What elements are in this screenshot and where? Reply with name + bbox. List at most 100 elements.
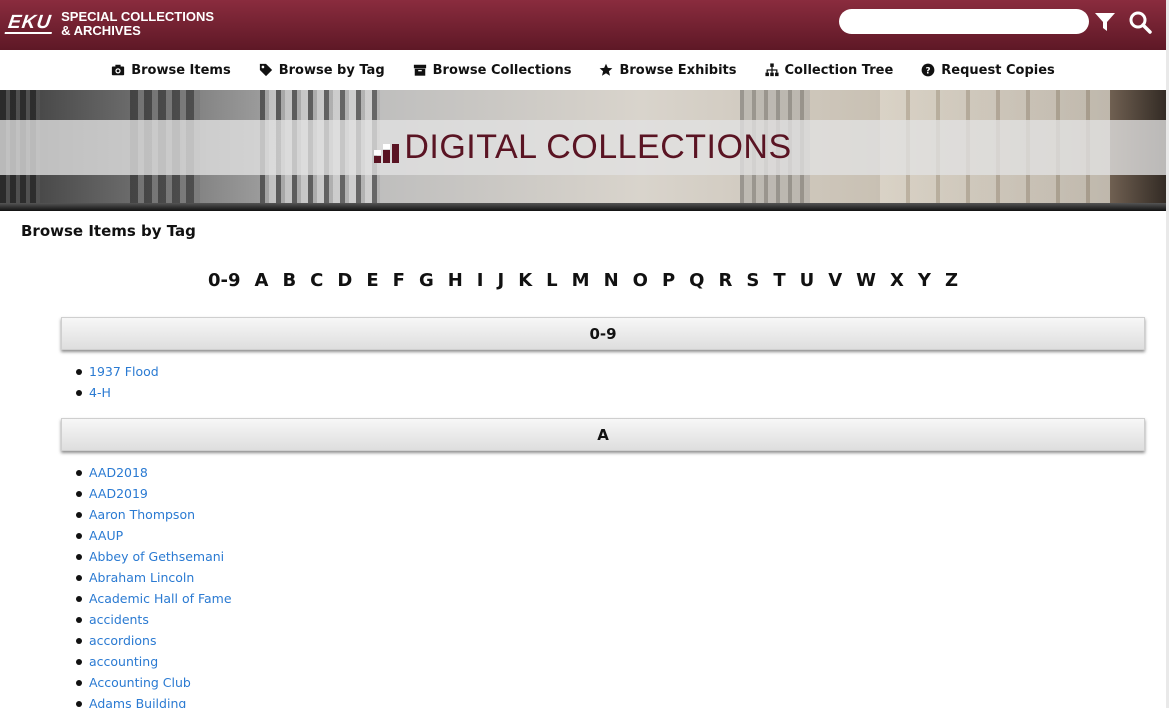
site-logo[interactable]: EKU SPECIAL COLLECTIONS & ARCHIVES bbox=[4, 9, 215, 38]
tag-link[interactable]: Abraham Lincoln bbox=[89, 570, 194, 585]
alpha-link-x[interactable]: X bbox=[883, 270, 911, 291]
site-header: EKU SPECIAL COLLECTIONS & ARCHIVES bbox=[0, 0, 1166, 50]
bullet bbox=[76, 616, 82, 623]
alpha-link-g[interactable]: G bbox=[412, 270, 441, 291]
bullet bbox=[76, 595, 82, 602]
nav-label: Request Copies bbox=[941, 62, 1055, 78]
alpha-link-u[interactable]: U bbox=[793, 270, 822, 291]
digital-collections-logo-icon bbox=[374, 143, 400, 163]
alpha-link-l[interactable]: L bbox=[539, 270, 564, 291]
bullet bbox=[76, 700, 82, 707]
hero-banner: DIGITAL COLLECTIONS bbox=[0, 90, 1166, 211]
nav-collection-tree[interactable]: Collection Tree bbox=[764, 62, 894, 78]
tag-icon bbox=[259, 63, 272, 77]
alpha-link-k[interactable]: K bbox=[511, 270, 539, 291]
star-icon bbox=[600, 63, 613, 76]
site-title-line1: SPECIAL COLLECTIONS bbox=[61, 9, 215, 24]
tag-link[interactable]: 4-H bbox=[89, 385, 111, 400]
banner-bottom-border bbox=[0, 203, 1166, 211]
tag-link[interactable]: Aaron Thompson bbox=[89, 507, 195, 522]
tag-link[interactable]: AAD2018 bbox=[89, 465, 148, 480]
list-item: Aaron Thompson bbox=[76, 504, 232, 525]
bullet bbox=[76, 679, 82, 686]
nav-browse-collections[interactable]: Browse Collections bbox=[413, 62, 572, 78]
alpha-link-p[interactable]: P bbox=[655, 270, 682, 291]
list-item: accidents bbox=[76, 609, 232, 630]
alpha-link-n[interactable]: N bbox=[597, 270, 626, 291]
site-title-line2: & ARCHIVES bbox=[61, 23, 141, 38]
section-header-a: A bbox=[61, 418, 1145, 451]
alpha-link-b[interactable]: B bbox=[275, 270, 303, 291]
alpha-link-0-9[interactable]: 0-9 bbox=[201, 270, 248, 291]
alpha-link-z[interactable]: Z bbox=[938, 270, 965, 291]
sitemap-icon bbox=[764, 63, 779, 77]
alpha-link-y[interactable]: Y bbox=[911, 270, 938, 291]
tag-link[interactable]: accordions bbox=[89, 633, 156, 648]
alpha-link-h[interactable]: H bbox=[441, 270, 470, 291]
list-item: AAD2019 bbox=[76, 483, 232, 504]
alpha-link-d[interactable]: D bbox=[330, 270, 359, 291]
tag-link[interactable]: Adams Building bbox=[89, 696, 186, 708]
search-icon[interactable] bbox=[1128, 10, 1152, 34]
alphabet-nav: 0-9 A B C D E F G H I J K L M N O P Q R S T U V W X Y Z bbox=[0, 270, 1166, 291]
list-item: Academic Hall of Fame bbox=[76, 588, 232, 609]
alpha-link-w[interactable]: W bbox=[849, 270, 883, 291]
camera-icon bbox=[112, 64, 125, 76]
tag-link[interactable]: accidents bbox=[89, 612, 149, 627]
nav-browse-exhibits[interactable]: Browse Exhibits bbox=[599, 63, 737, 78]
alpha-link-r[interactable]: R bbox=[711, 270, 739, 291]
alpha-link-v[interactable]: V bbox=[821, 270, 849, 291]
alpha-link-o[interactable]: O bbox=[626, 270, 655, 291]
list-item: AAUP bbox=[76, 525, 232, 546]
bullet bbox=[76, 532, 82, 539]
bullet bbox=[76, 389, 82, 396]
search-input[interactable] bbox=[839, 9, 1089, 34]
banner-title-wrap: DIGITAL COLLECTIONS bbox=[0, 120, 1166, 175]
alpha-link-q[interactable]: Q bbox=[682, 270, 711, 291]
alpha-link-c[interactable]: C bbox=[303, 270, 330, 291]
tag-list-0-9: 1937 Flood 4-H bbox=[76, 361, 159, 403]
nav-label: Browse Collections bbox=[432, 62, 572, 78]
list-item: 1937 Flood bbox=[76, 361, 159, 382]
bullet bbox=[76, 490, 82, 497]
main-nav: Browse Items Browse by Tag Browse Collec… bbox=[0, 50, 1166, 90]
nav-label: Browse by Tag bbox=[278, 62, 385, 78]
nav-request-copies[interactable]: ? Request Copies bbox=[921, 62, 1055, 78]
list-item: accounting bbox=[76, 651, 232, 672]
bullet bbox=[76, 574, 82, 581]
page-title: Browse Items by Tag bbox=[21, 222, 196, 240]
nav-browse-items[interactable]: Browse Items bbox=[111, 63, 231, 78]
banner-title: DIGITAL COLLECTIONS bbox=[404, 128, 792, 166]
svg-text:?: ? bbox=[926, 67, 931, 77]
tag-link[interactable]: accounting bbox=[89, 654, 158, 669]
alpha-link-t[interactable]: T bbox=[766, 270, 792, 291]
filter-icon[interactable] bbox=[1093, 10, 1117, 34]
nav-label: Collection Tree bbox=[784, 62, 894, 78]
bullet bbox=[76, 368, 82, 375]
alpha-link-e[interactable]: E bbox=[359, 270, 385, 291]
nav-browse-by-tag[interactable]: Browse by Tag bbox=[259, 63, 385, 78]
eku-logo: EKU bbox=[4, 12, 55, 34]
tag-link[interactable]: Accounting Club bbox=[89, 675, 191, 690]
tag-list-a: AAD2018 AAD2019 Aaron Thompson AAUP Abbe… bbox=[76, 462, 232, 708]
bullet bbox=[76, 658, 82, 665]
tag-link[interactable]: AAUP bbox=[89, 528, 123, 543]
alpha-link-s[interactable]: S bbox=[739, 270, 766, 291]
alpha-link-i[interactable]: I bbox=[470, 270, 491, 291]
tag-link[interactable]: AAD2019 bbox=[89, 486, 148, 501]
list-item: Abbey of Gethsemani bbox=[76, 546, 232, 567]
alpha-link-f[interactable]: F bbox=[386, 270, 412, 291]
bullet bbox=[76, 553, 82, 560]
tag-link[interactable]: Academic Hall of Fame bbox=[89, 591, 232, 606]
question-circle-icon: ? bbox=[921, 63, 935, 77]
alpha-link-m[interactable]: M bbox=[565, 270, 597, 291]
list-item: Accounting Club bbox=[76, 672, 232, 693]
tag-link[interactable]: 1937 Flood bbox=[89, 364, 159, 379]
alpha-link-a[interactable]: A bbox=[248, 270, 276, 291]
tag-link[interactable]: Abbey of Gethsemani bbox=[89, 549, 224, 564]
nav-label: Browse Items bbox=[131, 62, 231, 78]
list-item: 4-H bbox=[76, 382, 159, 403]
alpha-link-j[interactable]: J bbox=[491, 270, 512, 291]
list-item: Adams Building bbox=[76, 693, 232, 708]
archive-box-icon bbox=[413, 64, 426, 76]
